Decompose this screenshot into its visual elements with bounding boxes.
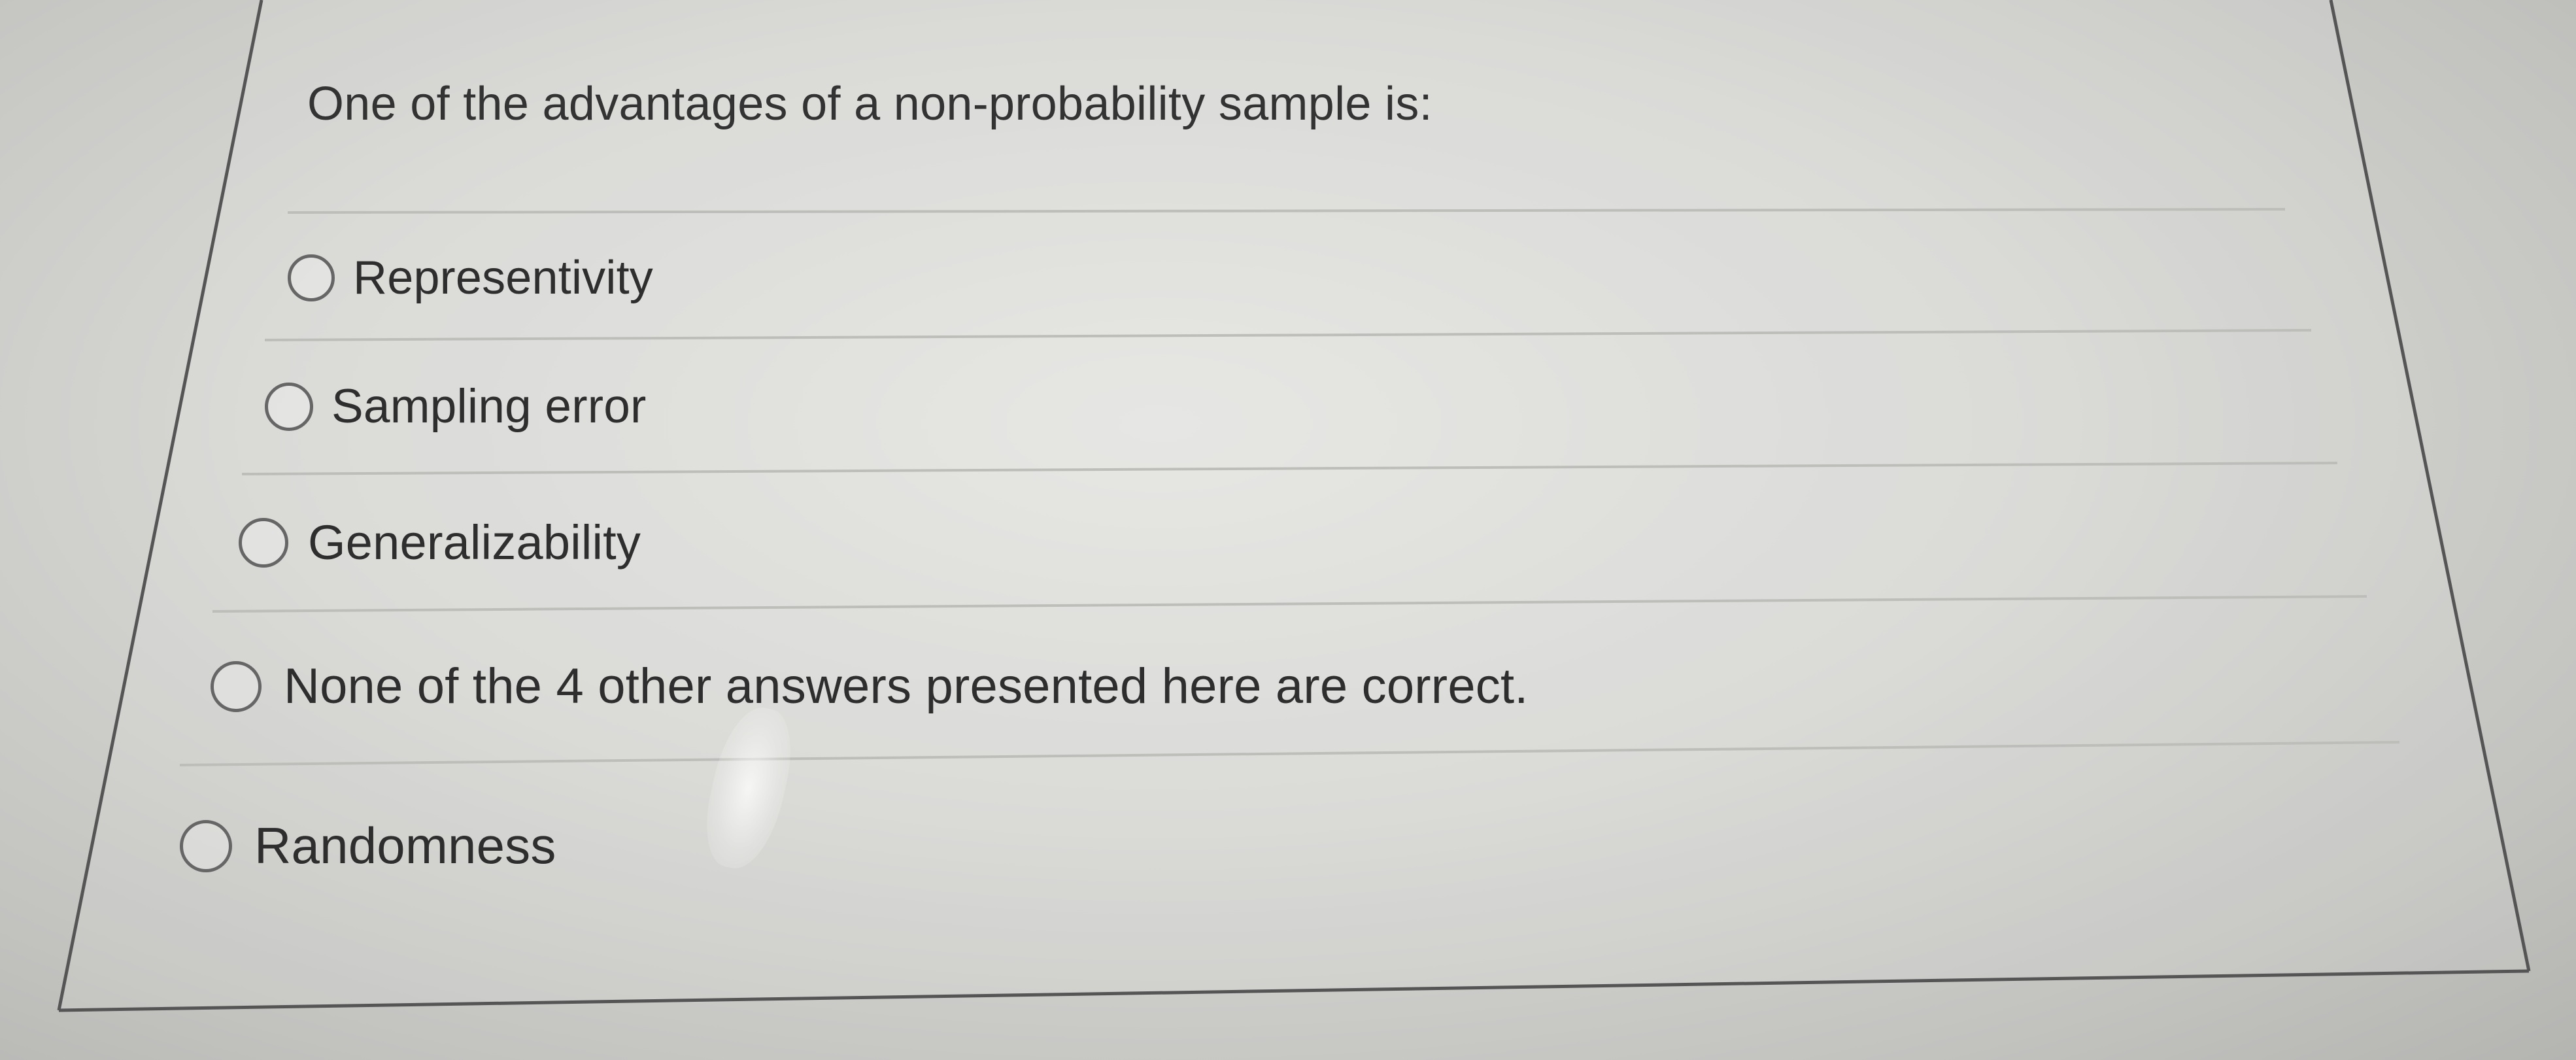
radio-button-icon[interactable] <box>211 660 262 712</box>
option-label: Generalizability <box>308 515 641 570</box>
answer-option-sampling-error[interactable]: Sampling error <box>265 379 647 434</box>
radio-button-icon[interactable] <box>180 819 232 872</box>
answer-option-generalizability[interactable]: Generalizability <box>239 515 641 570</box>
answer-option-representivity[interactable]: Representivity <box>288 251 653 305</box>
radio-button-icon[interactable] <box>265 382 313 431</box>
option-label: None of the 4 other answers presented he… <box>284 658 1529 714</box>
radio-button-icon[interactable] <box>288 254 335 301</box>
option-label: Representivity <box>353 252 653 304</box>
option-label: Randomness <box>254 817 556 874</box>
question-text: One of the advantages of a non-probabili… <box>307 78 1432 130</box>
radio-button-icon[interactable] <box>239 517 288 568</box>
answer-option-randomness[interactable]: Randomness <box>180 816 556 876</box>
option-label: Sampling error <box>331 380 647 433</box>
answer-option-none-of-the-above[interactable]: None of the 4 other answers presented he… <box>211 658 1529 715</box>
